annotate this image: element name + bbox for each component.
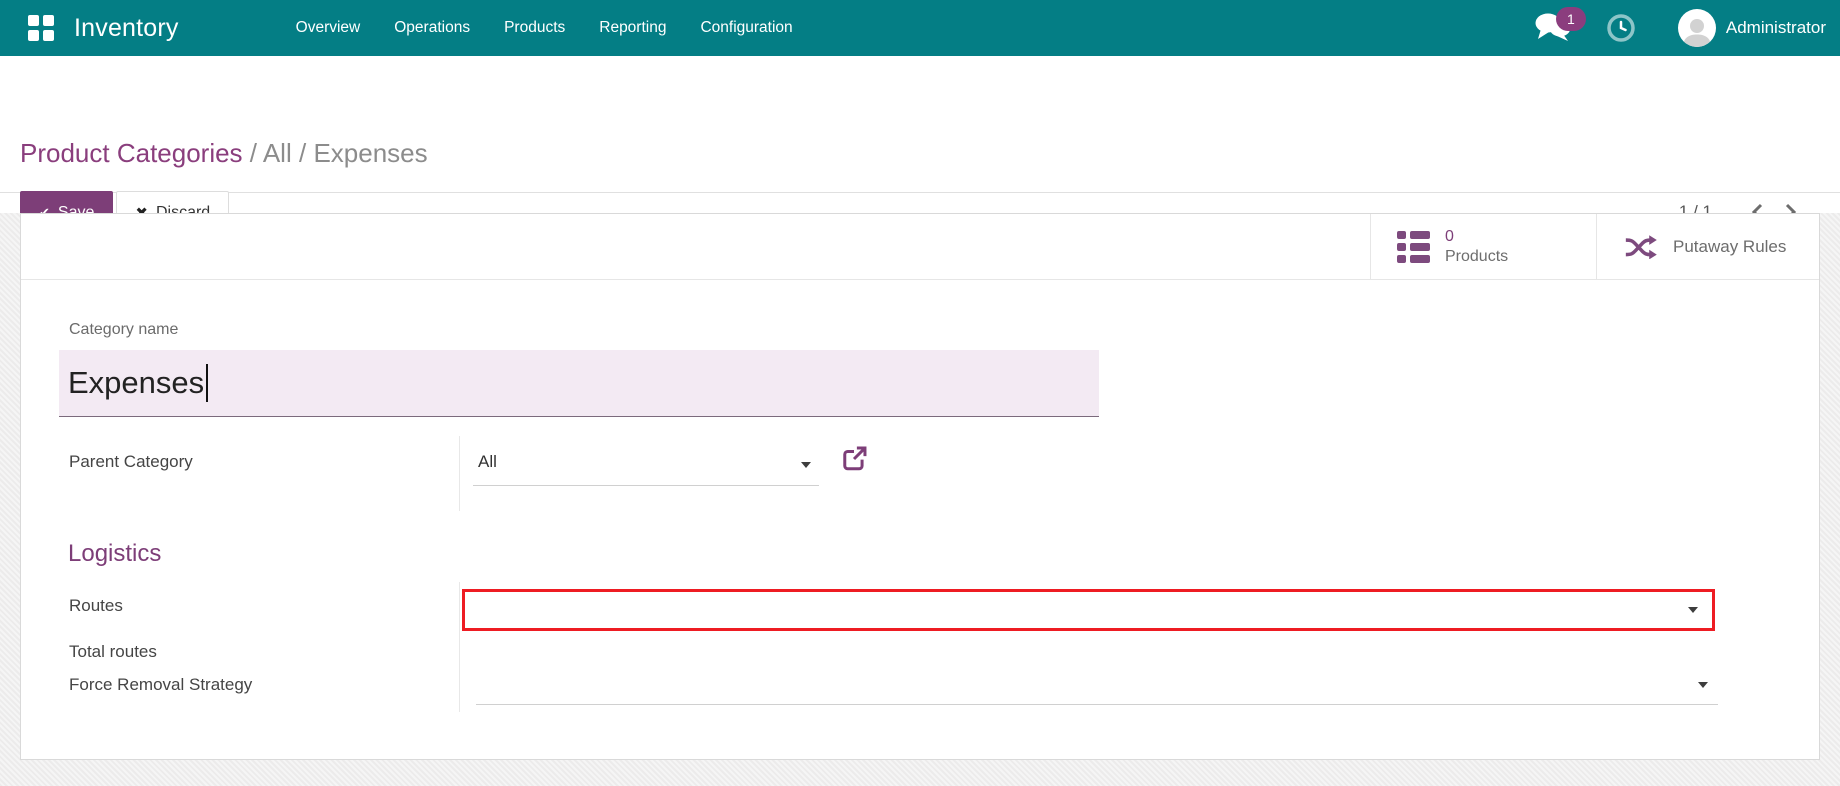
breadcrumb-separator: / [298,138,307,168]
menu-item-overview[interactable]: Overview [279,0,378,56]
field-underline [476,704,1718,705]
force-removal-strategy-label: Force Removal Strategy [69,675,253,694]
top-navbar: Inventory Overview Operations Products R… [0,0,1840,56]
form-sheet: 0 Products Putaway Rules Category name E… [20,213,1820,760]
menu-item-configuration[interactable]: Configuration [683,0,809,56]
breadcrumb: Product Categories / All / Expenses [20,138,428,169]
apps-grid-icon[interactable] [28,15,54,41]
breadcrumb-all[interactable]: All [263,138,292,168]
activities-button[interactable] [1606,13,1636,43]
routes-label: Routes [69,596,123,615]
total-routes-label: Total routes [69,642,157,661]
logistics-section-title: Logistics [68,540,162,567]
column-separator [459,582,460,712]
menu-item-products[interactable]: Products [487,0,582,56]
stat-button-strip: 0 Products Putaway Rules [21,214,1819,280]
category-name-input[interactable]: Expenses [59,350,1099,417]
breadcrumb-separator: / [249,138,258,168]
putaway-rules-label: Putaway Rules [1673,236,1787,256]
control-panel: Product Categories / All / Expenses ✔ Sa… [0,56,1840,234]
routes-field-highlighted[interactable] [462,589,1715,631]
internal-link-button[interactable] [839,444,869,479]
app-title[interactable]: Inventory [74,14,179,43]
column-separator [459,436,460,511]
category-name-label: Category name [69,321,179,338]
breadcrumb-product-categories[interactable]: Product Categories [20,138,243,168]
products-list-icon [1397,230,1430,263]
category-name-value: Expenses [68,365,205,400]
parent-category-field[interactable]: All [478,452,497,472]
dropdown-caret-icon[interactable] [801,462,811,468]
messages-count-badge: 1 [1555,7,1586,31]
navbar-right: 1 Administrator [1534,7,1826,47]
clock-icon [1607,14,1635,42]
field-underline [473,485,819,486]
dropdown-caret-icon[interactable] [1698,682,1708,688]
menu-item-operations[interactable]: Operations [377,0,487,56]
messages-button[interactable]: 1 [1534,7,1586,46]
dropdown-caret-icon[interactable] [1688,607,1698,613]
products-label: Products [1445,247,1509,265]
putaway-rules-stat-button[interactable]: Putaway Rules [1596,214,1819,279]
parent-category-label: Parent Category [69,452,193,471]
app-menu: Overview Operations Products Reporting C… [279,0,810,56]
shuffle-icon [1625,234,1657,259]
content-background: 0 Products Putaway Rules Category name E… [0,213,1840,786]
person-icon [1682,19,1711,47]
user-name[interactable]: Administrator [1726,18,1826,38]
text-cursor [206,364,209,402]
products-count: 0 [1445,227,1454,245]
breadcrumb-current: Expenses [313,138,428,168]
products-stat-button[interactable]: 0 Products [1370,214,1596,279]
external-link-icon [843,446,867,471]
user-avatar[interactable] [1677,9,1716,47]
menu-item-reporting[interactable]: Reporting [582,0,683,56]
